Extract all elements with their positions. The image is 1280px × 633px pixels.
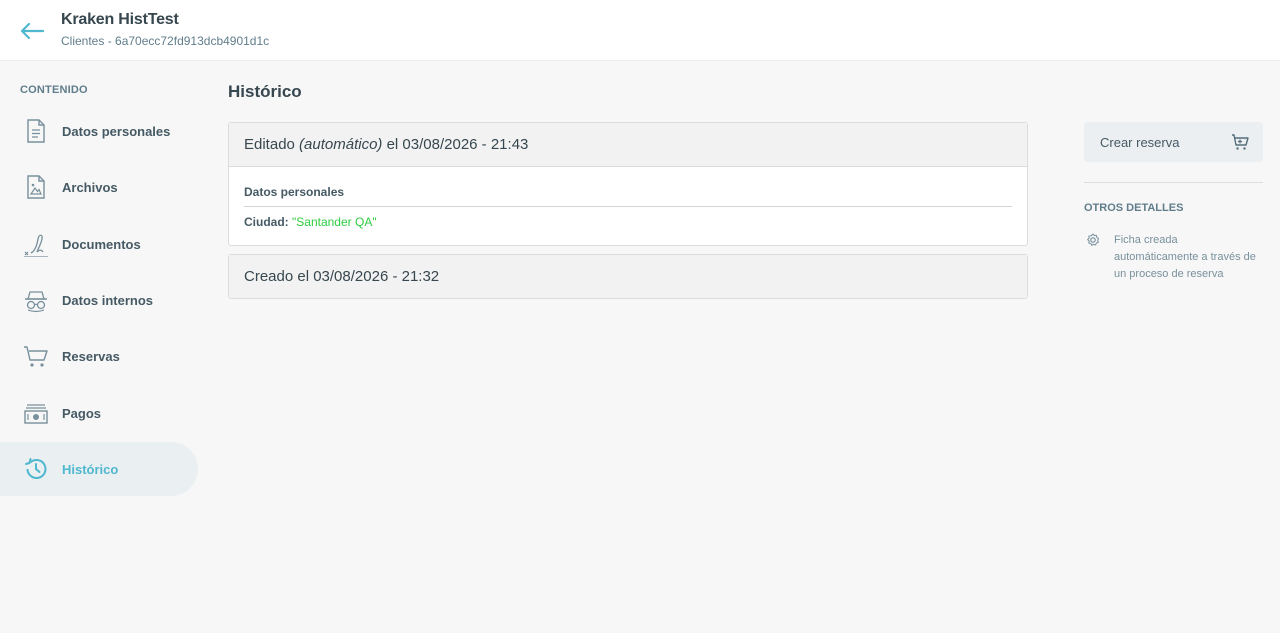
other-details-label: OTROS DETALLES bbox=[1084, 202, 1184, 214]
cash-icon bbox=[22, 399, 50, 427]
page-title: Histórico bbox=[228, 82, 302, 101]
sidebar-item-archivos[interactable]: Archivos bbox=[0, 160, 198, 214]
sidebar-item-label: Datos personales bbox=[62, 123, 171, 139]
entry-date: el 03/08/2026 - 21:43 bbox=[386, 136, 529, 153]
change-row: Ciudad: "Santander QA" bbox=[244, 215, 1012, 229]
sidebar-item-label: Archivos bbox=[62, 179, 118, 195]
history-entry-created: Creado el 03/08/2026 - 21:32 bbox=[228, 254, 1028, 299]
create-reservation-label: Crear reserva bbox=[1100, 134, 1180, 150]
sidebar-item-datos-internos[interactable]: Datos internos bbox=[0, 273, 198, 327]
sidebar-item-datos-personales[interactable]: Datos personales bbox=[0, 104, 198, 158]
cart-icon bbox=[1232, 134, 1249, 150]
document-icon bbox=[22, 117, 50, 145]
back-button[interactable] bbox=[16, 18, 48, 44]
sidebar-item-label: Reservas bbox=[62, 348, 120, 364]
change-group-title: Datos personales bbox=[244, 185, 1012, 207]
incognito-icon bbox=[22, 286, 50, 314]
change-field-value: "Santander QA" bbox=[292, 215, 377, 229]
sidebar-item-label: Documentos bbox=[62, 236, 141, 252]
sidebar-item-label: Pagos bbox=[62, 405, 102, 421]
sidebar-item-documentos[interactable]: Documentos bbox=[0, 217, 198, 271]
history-entry-header[interactable]: Creado el 03/08/2026 - 21:32 bbox=[229, 255, 1027, 298]
sidebar-item-historico[interactable]: Histórico bbox=[0, 442, 198, 496]
gear-icon bbox=[1087, 233, 1100, 246]
sidebar: CONTENIDO Datos personales Archivos Docu… bbox=[0, 62, 200, 633]
sidebar-item-pagos[interactable]: Pagos bbox=[0, 386, 198, 440]
sidebar-item-label: Histórico bbox=[62, 461, 119, 477]
right-panel: Crear reserva OTROS DETALLES Ficha cread… bbox=[1084, 122, 1263, 283]
divider bbox=[1084, 182, 1263, 183]
create-reservation-button[interactable]: Crear reserva bbox=[1084, 122, 1263, 162]
entry-qualifier: (automático) bbox=[299, 136, 383, 153]
history-entry-header[interactable]: Editado (automático) el 03/08/2026 - 21:… bbox=[229, 123, 1027, 166]
page-header-subtitle: Clientes - 6a70ecc72fd913dcb4901d1c bbox=[61, 34, 270, 48]
arrow-left-icon bbox=[20, 22, 45, 40]
image-file-icon bbox=[22, 173, 50, 201]
entry-action: Editado bbox=[244, 136, 295, 153]
sidebar-section-label: CONTENIDO bbox=[20, 84, 88, 96]
sidebar-item-label: Datos internos bbox=[62, 292, 154, 308]
change-field-name: Ciudad: bbox=[244, 215, 289, 229]
history-icon bbox=[22, 455, 50, 483]
sidebar-item-reservas[interactable]: Reservas bbox=[0, 329, 198, 383]
history-entry-body: Datos personales Ciudad: "Santander QA" bbox=[229, 166, 1027, 245]
signature-icon bbox=[22, 230, 50, 258]
cart-icon bbox=[22, 342, 50, 370]
detail-row: Ficha creada automáticamente a través de… bbox=[1084, 232, 1263, 283]
detail-text: Ficha creada automáticamente a través de… bbox=[1114, 234, 1256, 280]
top-bar: Kraken HistTest Clientes - 6a70ecc72fd91… bbox=[0, 0, 1280, 61]
history-entry-edited: Editado (automático) el 03/08/2026 - 21:… bbox=[228, 122, 1028, 246]
page-header-title: Kraken HistTest bbox=[61, 11, 179, 28]
